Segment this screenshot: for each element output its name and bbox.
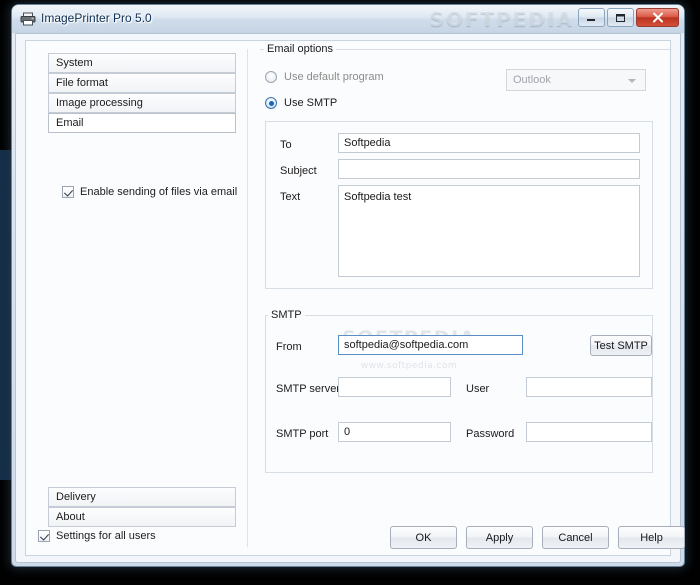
sidebar-item-label: About <box>56 511 85 523</box>
smtp-port-label: SMTP port <box>276 428 329 440</box>
sidebar-item-label: Email <box>56 117 84 129</box>
sidebar: System File format Image processing Emai… <box>26 41 238 555</box>
settings-for-all-users-checkbox[interactable] <box>38 530 50 542</box>
settings-for-all-users-label: Settings for all users <box>56 530 156 542</box>
enable-email-checkbox[interactable] <box>62 186 74 198</box>
user-input[interactable] <box>526 377 652 397</box>
ok-button[interactable]: OK <box>390 526 457 549</box>
use-smtp-label: Use SMTP <box>284 97 338 109</box>
email-options-group-label: Email options <box>264 43 337 55</box>
password-label: Password <box>466 428 515 440</box>
user-label: User <box>466 383 490 395</box>
printer-icon <box>20 12 36 26</box>
from-label: From <box>276 341 302 353</box>
help-label: Help <box>640 531 663 544</box>
sidebar-item-about[interactable]: About <box>48 507 236 527</box>
sidebar-item-label: Delivery <box>56 491 96 503</box>
title-bar[interactable]: ImagePrinter Pro 5.0 SOFTPEDIA <box>12 5 684 33</box>
smtp-group-label: SMTP <box>268 309 305 321</box>
close-button[interactable] <box>636 8 679 27</box>
application-window: ImagePrinter Pro 5.0 SOFTPEDIA System Fi… <box>12 5 685 566</box>
sidebar-item-image-processing[interactable]: Image processing <box>48 93 236 113</box>
help-button[interactable]: Help <box>618 526 685 549</box>
softpedia-watermark: SOFTPEDIA <box>429 7 574 31</box>
cancel-button[interactable]: Cancel <box>542 526 609 549</box>
test-smtp-button[interactable]: Test SMTP <box>590 335 652 356</box>
use-default-program-radio-row[interactable]: Use default program <box>265 71 384 83</box>
to-label: To <box>280 139 292 151</box>
sidebar-item-email[interactable]: Email <box>48 113 236 133</box>
email-program-value: Outlook <box>513 74 551 86</box>
sidebar-item-label: System <box>56 57 93 69</box>
window-controls <box>578 8 679 27</box>
use-default-program-label: Use default program <box>284 71 384 83</box>
enable-email-label: Enable sending of files via email <box>80 186 238 198</box>
window-title: ImagePrinter Pro 5.0 <box>41 11 152 25</box>
subject-label: Subject <box>280 165 317 177</box>
use-smtp-radio[interactable] <box>265 97 277 109</box>
subject-input[interactable] <box>338 159 640 179</box>
apply-button[interactable]: Apply <box>466 526 533 549</box>
maximize-button[interactable] <box>607 8 634 27</box>
sidebar-item-delivery[interactable]: Delivery <box>48 487 236 507</box>
enable-email-checkbox-row[interactable]: Enable sending of files via email <box>62 186 237 198</box>
settings-for-all-users-row[interactable]: Settings for all users <box>38 530 156 542</box>
client-area: System File format Image processing Emai… <box>15 33 685 563</box>
from-input[interactable] <box>338 335 523 355</box>
password-input[interactable] <box>526 422 652 442</box>
ok-label: OK <box>415 531 432 544</box>
sidebar-item-label: Image processing <box>56 97 143 109</box>
sidebar-item-system[interactable]: System <box>48 53 236 73</box>
sidebar-divider <box>247 49 248 547</box>
smtp-server-input[interactable] <box>338 377 451 397</box>
sidebar-item-label: File format <box>56 77 108 89</box>
apply-label: Apply <box>485 531 514 544</box>
to-input[interactable] <box>338 133 640 153</box>
smtp-server-label: SMTP server <box>276 383 340 395</box>
main-content: Email options Use default program Outloo… <box>258 41 672 557</box>
text-label: Text <box>280 191 301 203</box>
use-smtp-radio-row[interactable]: Use SMTP <box>265 97 337 109</box>
minimize-button[interactable] <box>578 8 605 27</box>
text-textarea[interactable] <box>338 185 640 277</box>
watermark-sub-text: www.softpedia.com <box>360 361 458 371</box>
test-smtp-label: Test SMTP <box>594 339 648 352</box>
use-default-program-radio[interactable] <box>265 71 277 83</box>
email-program-combobox[interactable]: Outlook <box>506 69 646 91</box>
sidebar-item-file-format[interactable]: File format <box>48 73 236 93</box>
cancel-label: Cancel <box>558 531 593 544</box>
chevron-down-icon <box>628 79 636 83</box>
smtp-port-input[interactable] <box>338 422 451 442</box>
settings-page: System File format Image processing Emai… <box>25 40 685 557</box>
